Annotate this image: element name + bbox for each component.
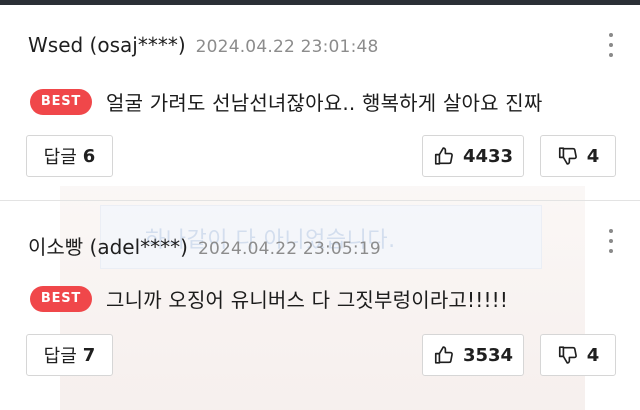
reply-label: 답글 xyxy=(43,346,77,367)
comment-header: 이소빵 (adel****) 2024.04.22 23:05:19 xyxy=(28,231,381,260)
thumbs-down-icon xyxy=(557,344,579,366)
comment-body: BEST 그니까 오징어 유니버스 다 그짓부렁이라고!!!!! xyxy=(30,284,508,313)
dislike-button[interactable]: 4 xyxy=(540,334,616,376)
reply-count: 6 xyxy=(82,145,96,167)
comment-header: Wsed (osaj****) 2024.04.22 23:01:48 xyxy=(28,33,379,57)
best-badge: BEST xyxy=(30,285,92,312)
dislike-button[interactable]: 4 xyxy=(540,135,616,177)
best-badge: BEST xyxy=(30,88,92,115)
dislike-count: 4 xyxy=(586,344,600,366)
thumbs-up-icon xyxy=(433,344,455,366)
like-button[interactable]: 4433 xyxy=(422,135,524,177)
reply-button[interactable]: 답글 7 xyxy=(26,334,113,376)
like-count: 4433 xyxy=(462,145,514,167)
comment-actions: 답글 6 4433 4 xyxy=(26,135,616,179)
reply-label: 답글 xyxy=(43,147,77,168)
reply-button[interactable]: 답글 6 xyxy=(26,135,113,177)
like-button[interactable]: 3534 xyxy=(422,334,524,376)
comment-text: 얼굴 가려도 선남선녀잖아요.. 행복하게 살아요 진짜 xyxy=(106,91,543,115)
comment-author[interactable]: 이소빵 (adel****) xyxy=(28,231,188,260)
thumbs-down-icon xyxy=(557,145,579,167)
more-options-icon[interactable] xyxy=(608,33,614,57)
comment-actions: 답글 7 3534 4 xyxy=(26,334,616,378)
dislike-count: 4 xyxy=(586,145,600,167)
comment-timestamp: 2024.04.22 23:01:48 xyxy=(195,37,379,57)
thumbs-up-icon xyxy=(433,145,455,167)
comment-item: 이소빵 (adel****) 2024.04.22 23:05:19 BEST … xyxy=(0,201,640,410)
reply-count: 7 xyxy=(82,344,96,366)
comment-author[interactable]: Wsed (osaj****) xyxy=(28,33,186,57)
more-options-icon[interactable] xyxy=(608,229,614,253)
comment-item: Wsed (osaj****) 2024.04.22 23:01:48 BEST… xyxy=(0,5,640,201)
comment-timestamp: 2024.04.22 23:05:19 xyxy=(197,239,381,259)
comment-body: BEST 얼굴 가려도 선남선녀잖아요.. 행복하게 살아요 진짜 xyxy=(30,87,543,116)
comment-text: 그니까 오징어 유니버스 다 그짓부렁이라고!!!!! xyxy=(106,288,509,312)
like-count: 3534 xyxy=(462,344,514,366)
